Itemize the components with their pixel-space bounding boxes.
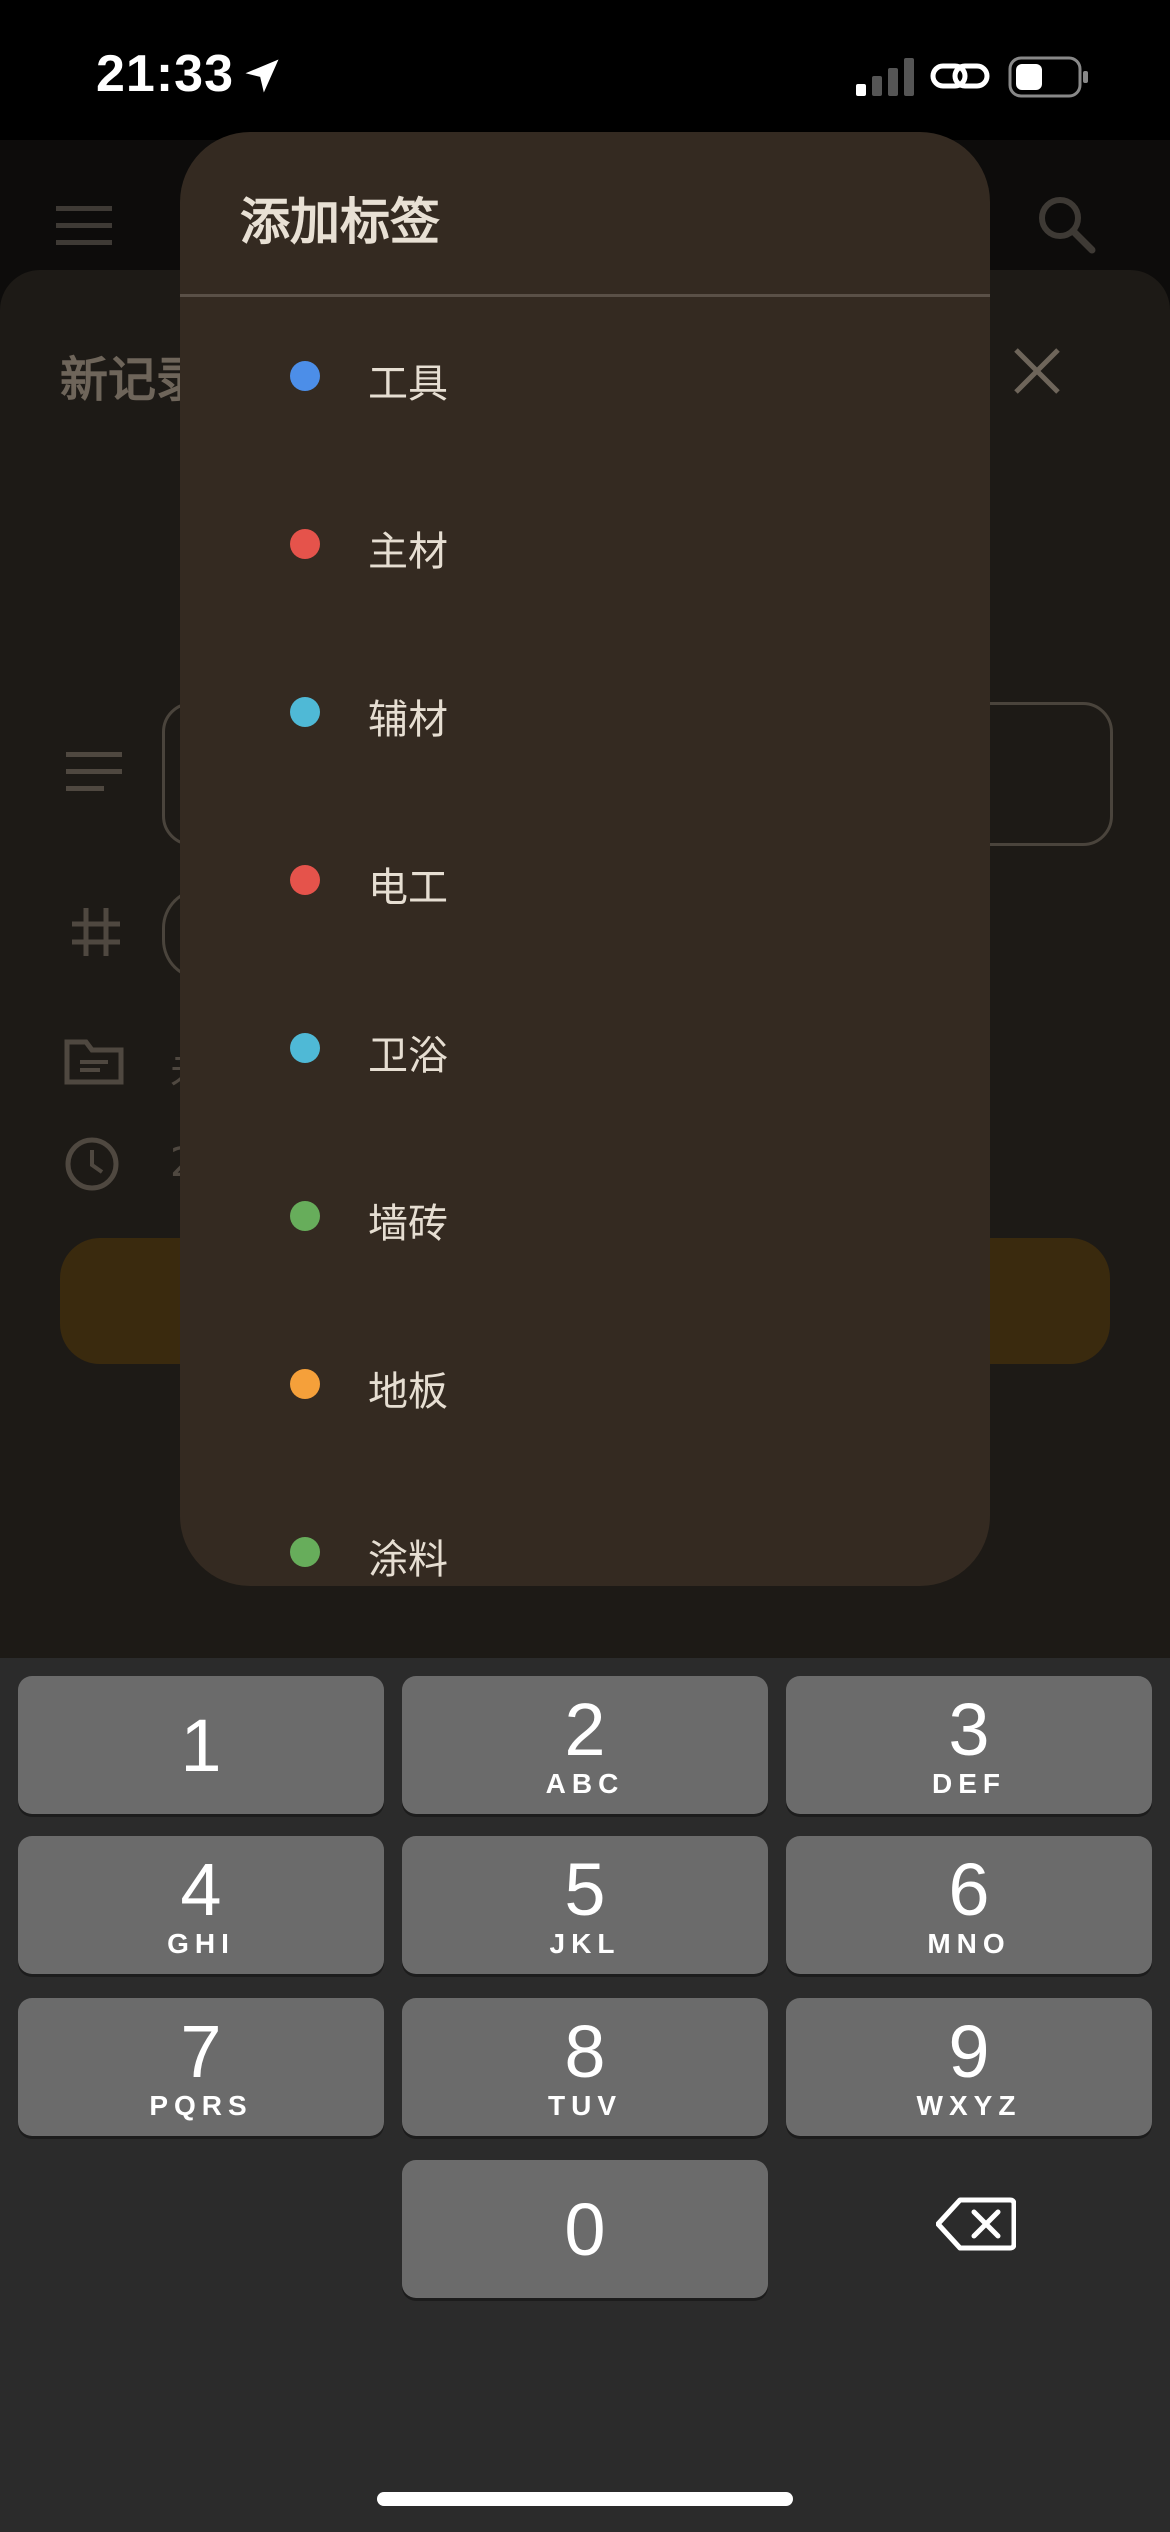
key-digit: 7 [180, 2010, 222, 2093]
key-letters: JKL [549, 1928, 621, 1959]
key-5[interactable]: 5 JKL [402, 1836, 768, 1974]
text-lines-icon [66, 752, 122, 791]
close-icon [1014, 348, 1060, 394]
tag-label: 卫浴 [368, 1033, 448, 1079]
key-4[interactable]: 4 GHI [18, 1836, 384, 1974]
menu-icon [56, 206, 112, 245]
key-digit: 1 [180, 1704, 222, 1787]
key-letters: MNO [927, 1928, 1011, 1959]
key-letters: WXYZ [916, 2090, 1022, 2121]
tag-color-dot [290, 1201, 320, 1231]
key-letters: ABC [545, 1768, 625, 1799]
tag-label: 辅材 [368, 697, 448, 743]
tag-color-dot [290, 1369, 320, 1399]
key-7[interactable]: 7 PQRS [18, 1998, 384, 2136]
add-tag-dialog: 添加标签 工具 主材 辅材 电工 卫浴 墙砖 地板 涂料 [180, 132, 990, 1586]
key-3[interactable]: 3 DEF [786, 1676, 1152, 1814]
tag-color-dot [290, 361, 320, 391]
key-digit: 8 [564, 2010, 606, 2093]
key-9[interactable]: 9 WXYZ [786, 1998, 1152, 2136]
key-letters: DEF [932, 1768, 1006, 1799]
tag-item-paint[interactable]: 涂料 [180, 1473, 990, 1586]
key-6[interactable]: 6 MNO [786, 1836, 1152, 1974]
tag-item-auxiliary-materials[interactable]: 辅材 [180, 633, 990, 801]
clock-icon [65, 1137, 119, 1191]
battery-icon [1008, 56, 1088, 98]
tag-item-bathroom[interactable]: 卫浴 [180, 969, 990, 1137]
tag-item-tools[interactable]: 工具 [180, 297, 990, 465]
tag-label: 主材 [368, 529, 448, 575]
key-2[interactable]: 2 ABC [402, 1676, 768, 1814]
tag-item-flooring[interactable]: 地板 [180, 1305, 990, 1473]
key-digit: 2 [564, 1688, 606, 1771]
key-digit: 5 [564, 1848, 606, 1931]
key-letters: TUV [548, 2090, 622, 2121]
tag-color-dot [290, 697, 320, 727]
backspace-icon[interactable] [936, 2194, 1016, 2254]
cellular-signal-icon [856, 58, 914, 96]
key-letters: PQRS [149, 2090, 253, 2121]
tag-item-main-materials[interactable]: 主材 [180, 465, 990, 633]
tag-label: 工具 [368, 361, 448, 407]
home-indicator [377, 2492, 793, 2506]
status-time: 21:33 [96, 45, 234, 103]
tag-item-wall-tiles[interactable]: 墙砖 [180, 1137, 990, 1305]
tag-color-dot [290, 1033, 320, 1063]
tag-label: 涂料 [368, 1537, 448, 1583]
hashtag-icon [72, 908, 120, 956]
key-digit: 3 [948, 1688, 990, 1771]
key-digit: 9 [948, 2010, 990, 2093]
tag-label: 地板 [368, 1369, 448, 1415]
folder-icon [64, 1039, 124, 1085]
dialog-title: 添加标签 [240, 193, 440, 251]
key-letters: GHI [167, 1928, 235, 1959]
key-digit: 4 [180, 1848, 222, 1931]
tag-color-dot [290, 529, 320, 559]
tag-label: 电工 [368, 865, 448, 911]
key-1[interactable]: 1 [18, 1676, 384, 1814]
search-icon [1039, 197, 1096, 254]
tag-color-dot [290, 865, 320, 895]
link-icon [930, 63, 990, 89]
tag-label: 墙砖 [368, 1201, 448, 1247]
tag-item-electrician[interactable]: 电工 [180, 801, 990, 969]
location-arrow-icon [245, 59, 279, 93]
key-8[interactable]: 8 TUV [402, 1998, 768, 2136]
key-0[interactable]: 0 [402, 2160, 768, 2298]
tag-color-dot [290, 1537, 320, 1567]
key-digit: 0 [564, 2188, 606, 2271]
status-bar: 21:33 [0, 0, 1170, 140]
key-digit: 6 [948, 1848, 990, 1931]
